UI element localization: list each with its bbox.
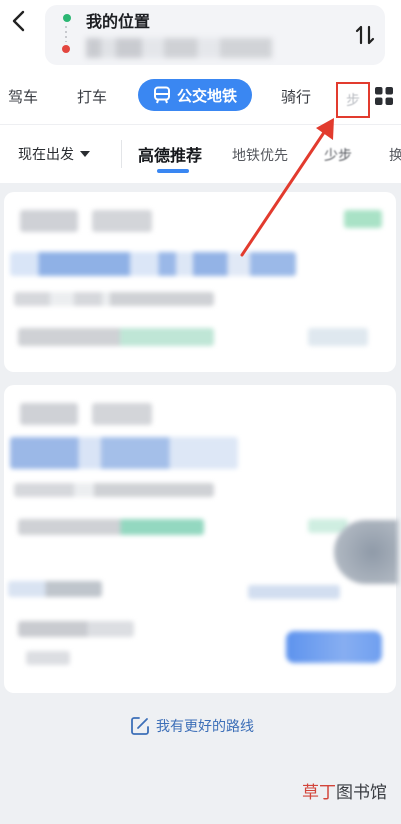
route-lines-blur xyxy=(10,252,296,276)
route-info-blur xyxy=(26,651,70,665)
filter-less-walk[interactable]: 少步 xyxy=(324,145,352,165)
route-info-blur xyxy=(18,621,134,637)
swap-icon xyxy=(355,25,375,45)
tab-taxi[interactable]: 打车 xyxy=(77,86,107,107)
better-route-link[interactable]: 我有更好的路线 xyxy=(130,716,254,736)
route-action-blur xyxy=(286,631,382,663)
route-tag-blur xyxy=(344,210,382,228)
depart-label: 现在出发 xyxy=(18,147,74,163)
origin-dot-icon xyxy=(63,14,71,22)
filter-divider xyxy=(121,140,122,168)
watermark-part2: 图书馆 xyxy=(336,783,387,803)
route-card[interactable] xyxy=(4,385,398,693)
tab-bus-label: 公交地铁 xyxy=(176,86,237,105)
route-filter-bar: 现在出发 高德推荐 地铁优先 少步 换 xyxy=(0,124,401,183)
destination-dot-icon xyxy=(62,45,70,53)
tab-drive[interactable]: 驾车 xyxy=(8,86,38,107)
caret-down-icon xyxy=(80,151,90,157)
back-arrow-icon xyxy=(12,10,25,32)
route-header: 我的位置 xyxy=(0,0,401,72)
filter-subway-first[interactable]: 地铁优先 xyxy=(232,145,288,165)
swap-route-button[interactable] xyxy=(348,18,382,52)
route-stops-blur xyxy=(14,292,214,306)
back-button[interactable] xyxy=(4,6,34,36)
route-info-blur xyxy=(18,328,214,346)
route-duration-blur xyxy=(20,210,78,232)
bus-icon xyxy=(153,86,170,104)
floating-thumb-blur xyxy=(334,520,398,584)
filter-fewer-transfers[interactable]: 换 xyxy=(389,145,401,165)
tab-walk-highlighted[interactable]: 步 xyxy=(336,82,370,118)
edit-icon xyxy=(131,717,149,735)
route-duration-blur xyxy=(92,210,152,232)
depart-time-select[interactable]: 现在出发 xyxy=(18,144,90,164)
better-route-label: 我有更好的路线 xyxy=(156,719,254,735)
route-duration-blur xyxy=(20,403,78,425)
tab-ride[interactable]: 骑行 xyxy=(281,86,311,107)
origin-field[interactable]: 我的位置 xyxy=(86,8,150,32)
route-stops-blur xyxy=(14,483,214,497)
route-stops-blur xyxy=(8,581,102,597)
route-price-blur xyxy=(308,328,368,346)
watermark: 草丁图书馆 xyxy=(302,778,387,803)
route-duration-blur xyxy=(92,403,152,425)
route-stops-blur xyxy=(248,585,340,599)
tab-bus-subway[interactable]: 公交地铁 xyxy=(138,79,252,111)
route-info-blur xyxy=(18,519,204,535)
route-lines-blur xyxy=(10,437,238,469)
destination-field[interactable] xyxy=(86,38,272,58)
travel-mode-tabs: 驾车 打车 公交地铁 骑行 步 xyxy=(0,72,401,124)
tab-walk-label: 步 xyxy=(346,93,360,109)
more-modes-grid-icon[interactable] xyxy=(374,86,394,106)
filter-recommend[interactable]: 高德推荐 xyxy=(138,142,202,166)
route-connector xyxy=(65,26,67,42)
watermark-part1: 草丁 xyxy=(302,783,336,803)
route-card[interactable] xyxy=(4,192,396,372)
filter-active-underline xyxy=(157,169,189,173)
